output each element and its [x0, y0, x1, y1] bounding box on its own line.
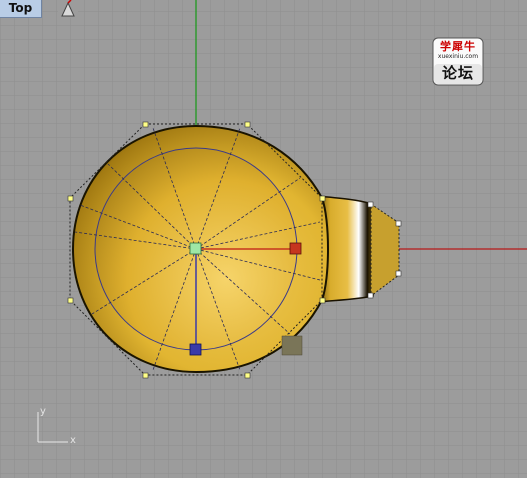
watermark-logo: 学犀牛 xuexiniu.com 论坛 [432, 37, 484, 86]
sundial-icon[interactable] [58, 0, 78, 18]
axis-label-x: x [70, 435, 76, 446]
viewport-title-tab[interactable]: Top [0, 0, 42, 18]
gumball-center[interactable] [189, 242, 202, 255]
logo-line1: 学犀牛 [440, 40, 476, 53]
gumball-scale-handle[interactable] [281, 335, 303, 356]
gumball-x-handle[interactable] [289, 242, 302, 255]
logo-line2: xuexiniu.com [437, 53, 479, 60]
gumball-y-handle[interactable] [189, 343, 202, 356]
axis-label-y: y [40, 406, 46, 417]
logo-line3: 论坛 [441, 64, 474, 82]
top-viewport[interactable]: Top 学犀牛 xuexiniu.com 论坛 y x [0, 0, 527, 478]
